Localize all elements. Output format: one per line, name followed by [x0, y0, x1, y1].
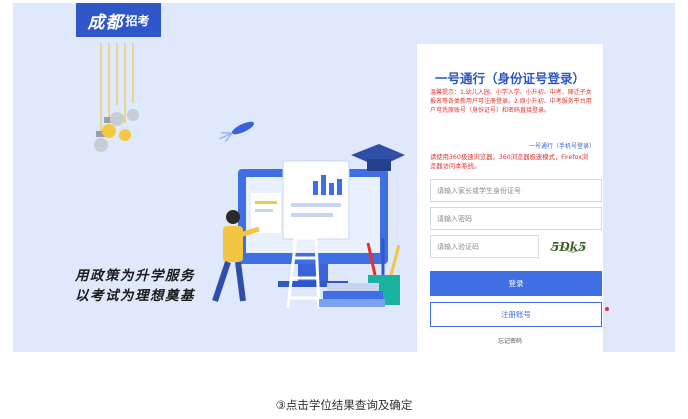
- login-tip: 温馨提示：1.幼儿入园、小学入学、小升初、中考、随迁子女报名等各类新用户可注册登…: [430, 89, 592, 114]
- phone-login-link[interactable]: 一号通行（手机号登录）: [529, 141, 595, 150]
- login-button[interactable]: 登录: [430, 271, 602, 296]
- slogan: 用政策为升学服务 以考试为理想奠基: [75, 266, 215, 306]
- site-logo[interactable]: 成都 招考: [76, 3, 161, 37]
- login-title: 一号通行（身份证号登录）: [434, 71, 585, 86]
- slogan-line-1: 用政策为升学服务: [75, 268, 195, 284]
- register-button[interactable]: 注册账号: [430, 302, 602, 327]
- slogan-line-2: 以考试为理想奠基: [75, 288, 195, 304]
- logo-script: 成都: [87, 12, 124, 33]
- logo-word: 招考: [125, 13, 150, 28]
- rocket: [219, 121, 255, 143]
- forgot-password-link[interactable]: 忘记密码: [417, 336, 603, 345]
- step-caption: ③点击学位结果查询及确定: [275, 398, 413, 412]
- login-panel: 一号通行（身份证号登录） 温馨提示：1.幼儿入园、小学入学、小升初、中考、随迁子…: [417, 44, 603, 352]
- password-input[interactable]: 请输入密码: [430, 207, 602, 230]
- browser-notice: 请使用360极速浏览器，360浏览器极速模式，Firefox浏览器访问本系统。: [430, 154, 589, 170]
- corner-dot: [605, 307, 609, 311]
- captcha-text: 5Dk5: [551, 240, 586, 254]
- id-number-input[interactable]: 请输入家长或学生身份证号: [430, 179, 602, 202]
- screenshot-frame: 成都 招考 用政策为升学服务 以考试为理想奠基 一号通行（身份证号登录） 温馨提…: [13, 3, 675, 352]
- captcha-input[interactable]: 请输入验证码: [430, 235, 539, 258]
- captcha-image[interactable]: 5Dk5: [548, 235, 590, 258]
